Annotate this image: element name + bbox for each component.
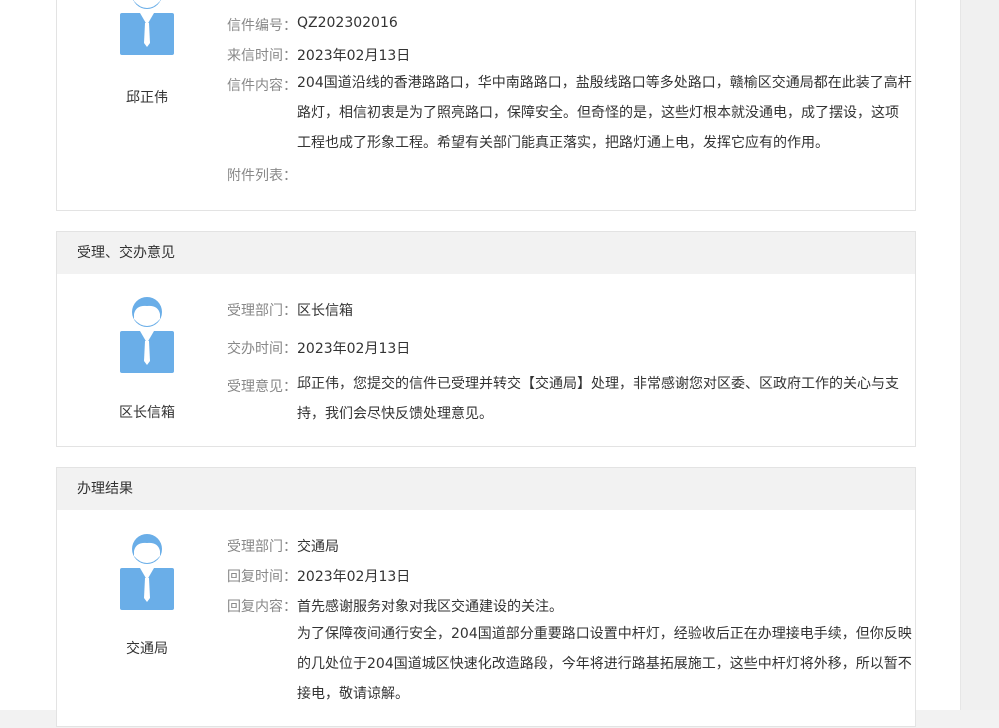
field-label: 回复时间： (227, 569, 297, 585)
reply-content: 为了保障夜间通行安全，204国道部分重要路口设置中杆灯，经验收后正在办理接电手续… (297, 619, 913, 709)
content-line: 工程也成了形象工程。希望有关部门能真正落实，把路灯通上电，发挥它应有的作用。 (297, 135, 829, 151)
reply-time: 2023年02月13日 (297, 569, 411, 585)
acceptance-panel: 受理、交办意见 区长信箱 受理部门： 区长信箱 交办时间： 2023年02月13… (56, 231, 916, 447)
user-avatar-icon (120, 534, 174, 610)
letter-time: 2023年02月13日 (297, 48, 411, 64)
scrollbar[interactable] (960, 0, 999, 710)
accept-dept: 区长信箱 (297, 303, 353, 319)
field-label: 附件列表： (227, 168, 297, 184)
field-label: 信件编号： (227, 18, 297, 34)
page-content: 邱正伟 信件编号： QZ202302016 来信时间： 2023年02月13日 … (0, 0, 960, 727)
result-dept: 交通局 (297, 539, 339, 555)
field-label: 交办时间： (227, 341, 297, 357)
reply-line: 为了保障夜间通行安全，204国道部分重要路口设置中杆灯，经验收后正在办理接电手续… (297, 626, 912, 642)
letter-number: QZ202302016 (297, 15, 398, 31)
accept-opinion: 邱正伟，您提交的信件已受理并转交【交通局】处理，非常感谢您对区委、区政府工作的关… (297, 369, 913, 429)
content-line: 路灯，相信初衷是为了照亮路口，保障安全。但奇怪的是，这些灯根本就没通电，成了摆设… (297, 105, 899, 121)
reply-line: 接电，敬请谅解。 (297, 686, 409, 702)
field-label: 受理意见： (227, 379, 297, 395)
assign-time: 2023年02月13日 (297, 341, 411, 357)
reply-line: 的几处位于204国道城区快速化改造路段，今年将进行路基拓展施工，这些中杆灯将外移… (297, 656, 912, 672)
field-label: 来信时间： (227, 48, 297, 64)
panel-title: 办理结果 (57, 468, 915, 510)
panel-title: 受理、交办意见 (57, 232, 915, 274)
sender-name: 邱正伟 (126, 90, 168, 106)
user-avatar-icon (120, 297, 174, 373)
opinion-line: 持，我们会尽快反馈处理意见。 (297, 406, 493, 422)
content-line: 204国道沿线的香港路路口，华中南路路口，盐殷线路口等多处路口，赣榆区交通局都在… (297, 75, 912, 91)
user-avatar-icon (120, 0, 174, 55)
field-label: 受理部门： (227, 539, 297, 555)
sender-name: 区长信箱 (119, 405, 175, 421)
field-label: 回复内容： (227, 599, 297, 615)
sender-name: 交通局 (126, 641, 168, 657)
opinion-line: 邱正伟，您提交的信件已受理并转交【交通局】处理，非常感谢您对区委、区政府工作的关… (297, 376, 899, 392)
letter-panel: 邱正伟 信件编号： QZ202302016 来信时间： 2023年02月13日 … (56, 0, 916, 211)
letter-content: 204国道沿线的香港路路口，华中南路路口，盐殷线路口等多处路口，赣榆区交通局都在… (297, 68, 913, 158)
result-panel: 办理结果 交通局 受理部门： 交通局 回复时间： 2023年02月13日 回复内… (56, 467, 916, 727)
reply-first-line: 首先感谢服务对象对我区交通建设的关注。 (297, 599, 563, 615)
field-label: 信件内容： (227, 78, 297, 94)
field-label: 受理部门： (227, 303, 297, 319)
